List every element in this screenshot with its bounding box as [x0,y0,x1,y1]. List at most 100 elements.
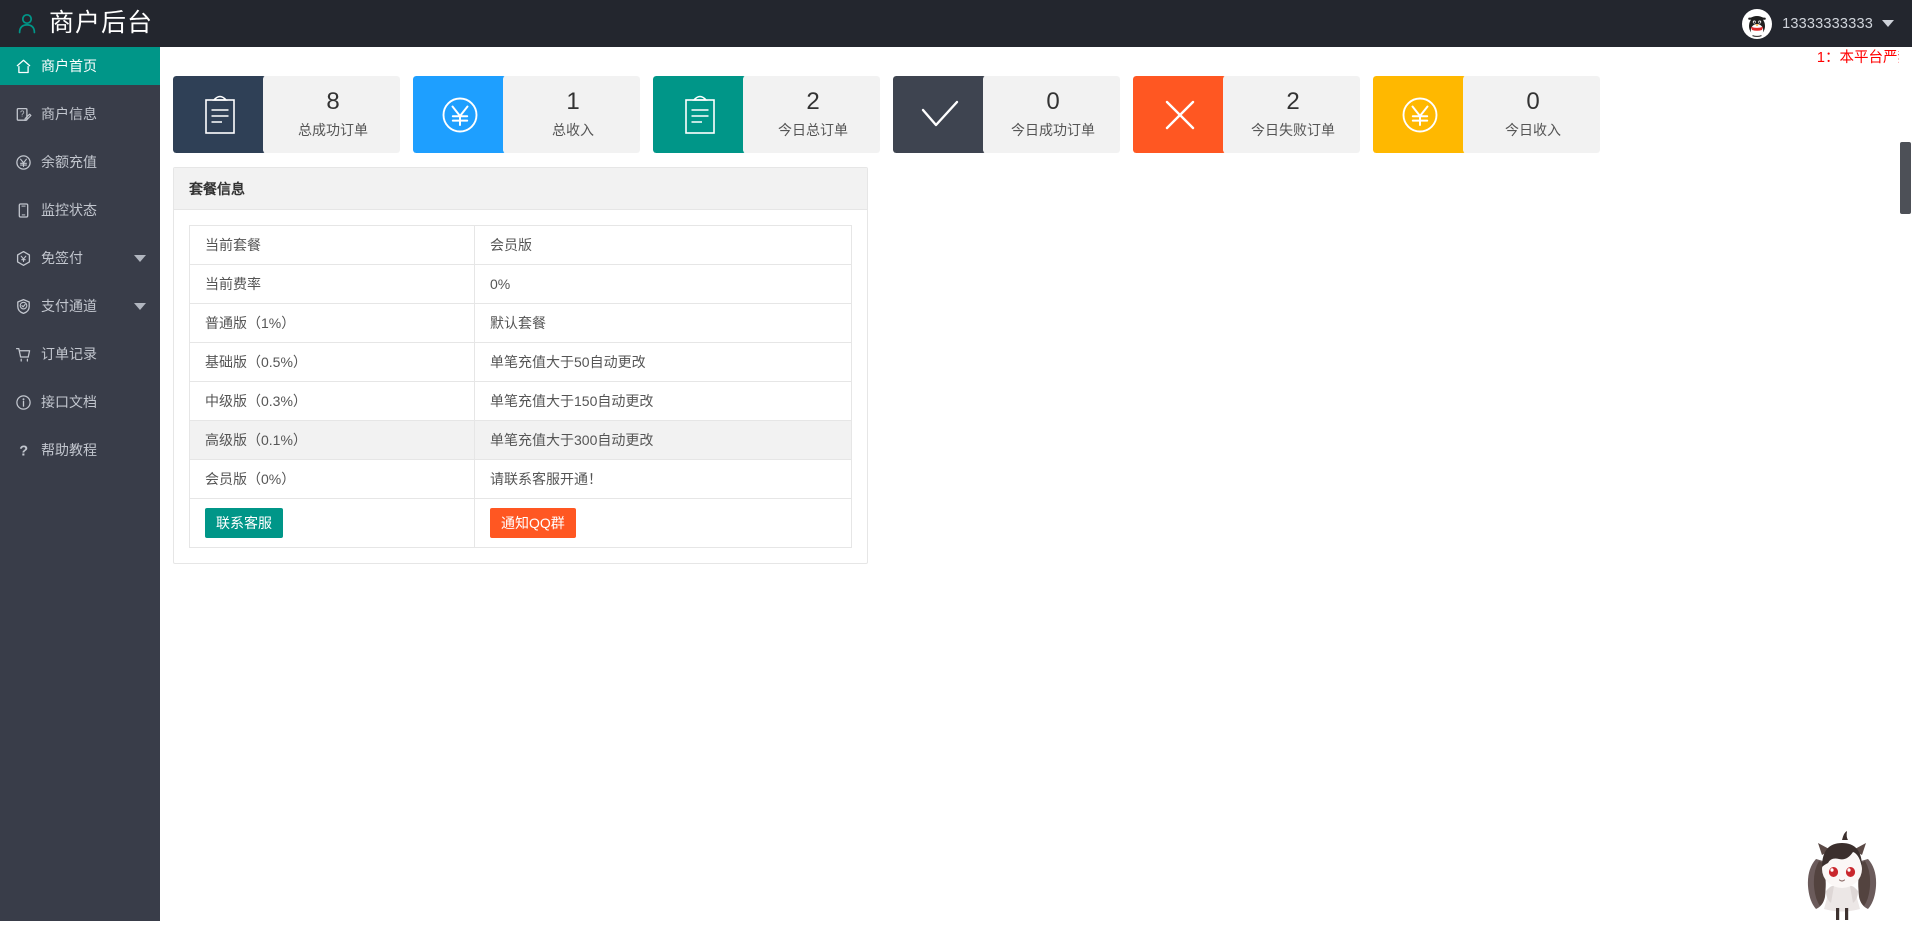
row-value: 单笔充值大于150自动更改 [475,382,852,421]
stat-label: 今日失败订单 [1251,120,1335,141]
table-row-actions: 联系客服 通知QQ群 [190,499,852,548]
row-value: 0% [475,265,852,304]
row-value: 单笔充值大于300自动更改 [475,421,852,460]
row-value: 默认套餐 [475,304,852,343]
user-menu[interactable]: 13333333333 [1742,0,1912,47]
brand-logo[interactable]: 商户后台 [0,0,160,47]
qq-penguin-avatar [1742,9,1772,39]
nav-spacer [0,277,160,287]
table-row: 中级版（0.3%） 单笔充值大于150自动更改 [190,382,852,421]
stat-card-today-income[interactable]: 0 今日收入 [1373,76,1600,153]
stat-label: 今日成功订单 [1011,120,1095,141]
table-row: 基础版（0.5%） 单笔充值大于50自动更改 [190,343,852,382]
stat-card-today-total-orders[interactable]: 2 今日总订单 [653,76,880,153]
stat-card-today-success-orders[interactable]: 0 今日成功订单 [893,76,1120,153]
stat-card-body: 0 今日收入 [1463,76,1600,153]
notify-qq-group-button[interactable]: 通知QQ群 [490,508,576,538]
chevron-down-icon[interactable] [1882,20,1894,27]
yuan-circle-icon [413,76,506,153]
question-icon: ? [14,441,32,459]
stat-label: 今日收入 [1505,120,1561,141]
sidebar-navigation: 商户首页 ? 商户信息 余额充值 [0,47,160,921]
row-value: 请联系客服开通！ [475,460,852,499]
panel-header: 套餐信息 [174,168,867,210]
nav-spacer [0,373,160,383]
stat-value: 1 [566,88,579,116]
sidebar-item-label: 订单记录 [41,347,97,361]
main-content-area: 1：本平台严禁 8 总成功订单 [160,47,1912,921]
yuan-circle-icon [14,153,32,171]
stat-value: 2 [806,88,819,116]
row-value: 单笔充值大于50自动更改 [475,343,852,382]
sidebar-item-help-tutorial[interactable]: ? 帮助教程 [0,431,160,469]
row-key: 高级版（0.1%） [190,421,475,460]
stat-card-total-success-orders[interactable]: 8 总成功订单 [173,76,400,153]
sidebar-item-label: 接口文档 [41,395,97,409]
panel-title: 套餐信息 [189,179,245,199]
sidebar-item-api-docs[interactable]: 接口文档 [0,383,160,421]
table-row: 普通版（1%） 默认套餐 [190,304,852,343]
table-row: 高级版（0.1%） 单笔充值大于300自动更改 [190,421,852,460]
close-x-icon [1133,76,1226,153]
stat-card-total-income[interactable]: 1 总收入 [413,76,640,153]
table-row: 当前费率 0% [190,265,852,304]
page-vertical-scrollbar[interactable] [1899,47,1912,921]
row-key: 当前费率 [190,265,475,304]
stat-value: 8 [326,88,339,116]
top-header-bar: 商户后台 13333333333 [0,0,1912,47]
sidebar-item-label: 免签付 [41,251,83,265]
sidebar-item-merchant-info[interactable]: ? 商户信息 [0,95,160,133]
stat-card-today-failed-orders[interactable]: 2 今日失败订单 [1133,76,1360,153]
panel-body: 当前套餐 会员版 当前费率 0% 普通版（1%） 默认套餐 基础版（0.5%） … [174,210,867,563]
home-icon [14,57,32,75]
stat-value: 0 [1526,88,1539,116]
clipboard-icon [173,76,266,153]
package-info-table: 当前套餐 会员版 当前费率 0% 普通版（1%） 默认套餐 基础版（0.5%） … [189,225,852,548]
sidebar-item-label: 帮助教程 [41,443,97,457]
sidebar-item-signfree-pay[interactable]: 免签付 [0,239,160,277]
row-key: 会员版（0%） [190,460,475,499]
scrollbar-thumb[interactable] [1900,142,1911,214]
contact-support-cell: 联系客服 [190,499,475,548]
table-row: 当前套餐 会员版 [190,226,852,265]
sidebar-item-label: 监控状态 [41,203,97,217]
sidebar-item-label: 商户首页 [41,59,97,73]
brand-title: 商户后台 [49,11,153,36]
mobile-icon [14,201,32,219]
sidebar-item-order-records[interactable]: 订单记录 [0,335,160,373]
hexagon-y-icon [14,249,32,267]
sidebar-item-balance-recharge[interactable]: 余额充值 [0,143,160,181]
stat-card-body: 8 总成功订单 [263,76,400,153]
qq-group-cell: 通知QQ群 [475,499,852,548]
sidebar-item-home[interactable]: 商户首页 [0,47,160,85]
nav-spacer [0,325,160,335]
stat-card-body: 0 今日成功订单 [983,76,1120,153]
contact-support-button[interactable]: 联系客服 [205,508,283,538]
edit-card-icon: ? [14,105,32,123]
row-key: 基础版（0.5%） [190,343,475,382]
nav-spacer [0,421,160,431]
stat-label: 今日总订单 [778,120,848,141]
stat-card-body: 2 今日总订单 [743,76,880,153]
row-key: 当前套餐 [190,226,475,265]
shield-check-icon [14,297,32,315]
table-row: 会员版（0%） 请联系客服开通！ [190,460,852,499]
svg-text:?: ? [19,443,28,459]
chevron-down-icon[interactable] [134,255,146,262]
stat-card-body: 1 总收入 [503,76,640,153]
sidebar-item-payment-channel[interactable]: 支付通道 [0,287,160,325]
sidebar-item-monitor-status[interactable]: 监控状态 [0,191,160,229]
check-icon [893,76,986,153]
sidebar-item-label: 商户信息 [41,107,97,121]
nav-spacer [0,229,160,239]
chevron-down-icon[interactable] [134,303,146,310]
clipboard-icon [653,76,746,153]
notice-text: 1：本平台严禁 [1817,49,1912,67]
cart-icon [14,345,32,363]
notice-marquee: 1：本平台严禁 [160,47,1912,69]
stat-label: 总收入 [552,120,594,141]
chibi-mascot[interactable] [1786,825,1898,921]
row-key: 中级版（0.3%） [190,382,475,421]
user-outline-icon [14,11,40,37]
stat-value: 2 [1286,88,1299,116]
